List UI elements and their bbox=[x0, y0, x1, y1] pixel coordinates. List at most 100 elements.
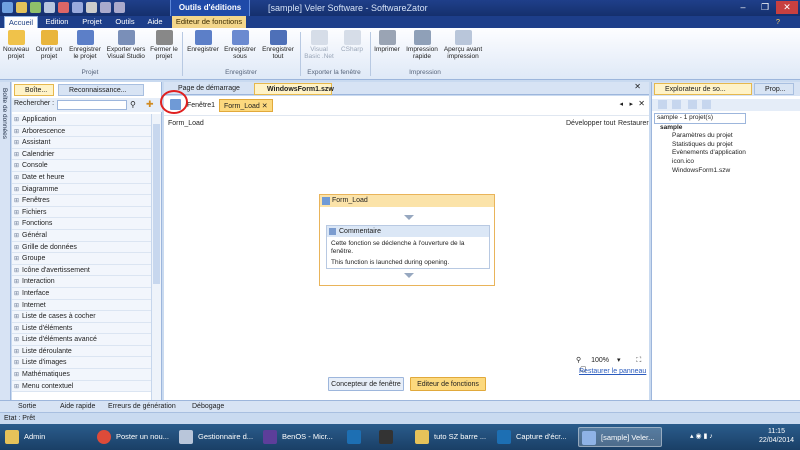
function-canvas[interactable]: Form_Load Développer tout Restaurer Form… bbox=[164, 116, 649, 400]
left-side-strip[interactable]: Boîte de données bbox=[0, 82, 11, 400]
taskbar-item-admin[interactable]: Admin bbox=[2, 427, 82, 447]
tab-edition[interactable]: Edition bbox=[40, 16, 74, 28]
close-icon[interactable]: ✕ bbox=[638, 99, 645, 108]
list-item[interactable]: ⊞ Fonctions bbox=[12, 218, 152, 230]
export-visual-studio-button[interactable]: Exporter vers Visual Studio bbox=[104, 30, 148, 60]
next-icon[interactable]: ▸ bbox=[629, 100, 633, 108]
tree-item[interactable]: WindowsForm1.szw bbox=[654, 167, 746, 176]
tray-icons[interactable]: ▴ ◉ ▮ ♪ bbox=[690, 432, 730, 442]
list-item[interactable]: ⊞ Liste déroulante bbox=[12, 345, 152, 358]
maximize-button[interactable]: ❐ bbox=[754, 1, 776, 14]
tab-projet[interactable]: Projet bbox=[76, 16, 108, 28]
tab-solution-explorer[interactable]: Explorateur de so... bbox=[654, 83, 752, 95]
tab-build-errors[interactable]: Erreurs de génération bbox=[108, 402, 176, 412]
dropdown-icon[interactable]: ▾ bbox=[617, 357, 621, 364]
expand-icon[interactable]: ⊞ bbox=[14, 312, 22, 324]
tab-properties[interactable]: Prop... bbox=[754, 83, 794, 95]
zoom-icon[interactable]: ⚲ bbox=[576, 357, 581, 364]
tab-aide[interactable]: Aide bbox=[142, 16, 168, 28]
taskbar-item-capture[interactable]: Capture d'écr... bbox=[494, 427, 574, 447]
save-project-button[interactable]: Enregistrer le projet bbox=[68, 30, 102, 60]
taskbar-item-photoshop[interactable] bbox=[344, 427, 374, 447]
taskbar-item-gestionnaire[interactable]: Gestionnaire d... bbox=[176, 427, 258, 447]
fit-icon[interactable]: ⛶ bbox=[636, 357, 641, 364]
close-icon[interactable] bbox=[58, 2, 69, 13]
search-input[interactable] bbox=[57, 100, 127, 110]
list-item[interactable]: ⊞ Console bbox=[12, 160, 152, 172]
open-icon[interactable] bbox=[30, 2, 41, 13]
undo-icon[interactable] bbox=[100, 2, 111, 13]
list-item[interactable]: ⊞ Application bbox=[12, 114, 152, 126]
expand-icon[interactable]: ⊞ bbox=[14, 115, 22, 127]
tree-solution[interactable]: sample - 1 projet(s) bbox=[654, 113, 746, 124]
taskbar-item-app[interactable] bbox=[376, 427, 406, 447]
breadcrumb-fenetre[interactable]: Fenêtre1 bbox=[184, 99, 218, 112]
list-item[interactable]: ⊞ Liste d'éléments avancé bbox=[12, 334, 152, 346]
help-icon[interactable]: ? bbox=[772, 16, 784, 28]
export-vb-button[interactable]: Visual Basic .Net bbox=[302, 30, 336, 60]
binoculars-icon[interactable]: ⚲ bbox=[130, 100, 136, 109]
list-item[interactable]: ⊞ Internet bbox=[12, 299, 152, 312]
window-designer-button[interactable]: Concepteur de fenêtre bbox=[328, 377, 404, 391]
save-all-button[interactable]: Enregistrer tout bbox=[260, 30, 296, 60]
function-editor-button[interactable]: Editeur de fonctions bbox=[410, 377, 486, 391]
list-item[interactable]: ⊞ Interaction bbox=[12, 276, 152, 288]
list-item[interactable]: ⊞ Grille de données bbox=[12, 241, 152, 254]
list-item[interactable]: ⊞ Liste de cases à cocher bbox=[12, 311, 152, 323]
tab-quick-help[interactable]: Aide rapide bbox=[60, 402, 95, 412]
list-item[interactable]: ⊞ Date et heure bbox=[12, 171, 152, 185]
taskbar-item-tuto[interactable]: tuto SZ barre ... bbox=[412, 427, 492, 447]
list-item[interactable]: ⊞ Menu contextuel bbox=[12, 380, 152, 393]
taskbar-item-chrome[interactable]: Poster un nou... bbox=[94, 427, 174, 447]
open-project-button[interactable]: Ouvrir un projet bbox=[33, 30, 65, 60]
redo-icon[interactable] bbox=[114, 2, 125, 13]
list-item[interactable]: ⊞ Arborescence bbox=[12, 125, 152, 138]
expand-icon[interactable]: ⊞ bbox=[14, 173, 22, 185]
refresh-icon[interactable] bbox=[658, 100, 667, 109]
list-item[interactable]: ⊞ Calendrier bbox=[12, 148, 152, 161]
export-csharp-button[interactable]: CSharp bbox=[338, 30, 366, 53]
show-all-icon[interactable] bbox=[672, 100, 681, 109]
list-item[interactable]: ⊞ Icône d'avertissement bbox=[12, 264, 152, 277]
expand-icon[interactable]: ⊞ bbox=[14, 231, 22, 243]
print-button[interactable]: Imprimer bbox=[372, 30, 402, 53]
list-item[interactable]: ⊞ Groupe bbox=[12, 253, 152, 265]
properties-icon[interactable] bbox=[688, 100, 697, 109]
new-icon[interactable] bbox=[16, 2, 27, 13]
close-icon[interactable]: ✕ bbox=[262, 103, 268, 110]
scroll-thumb[interactable] bbox=[153, 124, 160, 284]
save-as-button[interactable]: Enregistrer sous bbox=[222, 30, 258, 60]
prev-icon[interactable]: ◂ bbox=[619, 100, 623, 108]
close-icon[interactable]: ✕ bbox=[634, 82, 641, 91]
list-item[interactable]: ⊞ Fenêtres bbox=[12, 195, 152, 207]
tree-item[interactable]: Statistiques du projet bbox=[654, 141, 746, 150]
tree-item[interactable]: Paramètres du projet bbox=[654, 132, 746, 141]
save-icon[interactable] bbox=[44, 2, 55, 13]
tree-item[interactable]: icon.ico bbox=[654, 158, 746, 167]
quick-print-button[interactable]: Impression rapide bbox=[404, 30, 440, 60]
save-button[interactable]: Enregistrer bbox=[186, 30, 220, 53]
tab-output[interactable]: Sortie bbox=[18, 402, 36, 412]
print-preview-button[interactable]: Aperçu avant impression bbox=[442, 30, 484, 60]
tab-reconnaissance[interactable]: Reconnaissance... bbox=[58, 84, 144, 96]
expand-all-link[interactable]: Développer tout bbox=[566, 120, 615, 127]
expand-icon[interactable]: ⊞ bbox=[14, 289, 22, 301]
print-icon[interactable] bbox=[86, 2, 97, 13]
add-icon[interactable]: ✚ bbox=[146, 99, 154, 110]
function-block[interactable]: Form_Load Commentaire Cette fonction se … bbox=[319, 194, 495, 286]
app-icon[interactable] bbox=[2, 2, 13, 13]
zoom-value[interactable]: 100% bbox=[591, 357, 609, 364]
list-item[interactable]: ⊞ Général bbox=[12, 229, 152, 243]
taskbar-item-benos[interactable]: BenOS - Micr... bbox=[260, 427, 342, 447]
expand-icon[interactable]: ⊞ bbox=[14, 370, 22, 382]
list-item[interactable]: ⊞ Liste d'éléments bbox=[12, 322, 152, 335]
tab-windowsform1[interactable]: WindowsForm1.szw bbox=[254, 83, 334, 95]
list-item[interactable]: ⊞ Fichiers bbox=[12, 206, 152, 219]
restore-link[interactable]: Restaurer bbox=[618, 120, 649, 127]
clock[interactable]: 11:15 22/04/2014 bbox=[759, 427, 794, 445]
new-project-button[interactable]: Nouveau projet bbox=[2, 30, 30, 60]
tree-item[interactable]: Evènements d'application bbox=[654, 149, 746, 158]
restore-panel-link[interactable]: Restaurer le panneau bbox=[579, 368, 646, 375]
comment-block[interactable]: Commentaire Cette fonction se déclenche … bbox=[326, 225, 490, 269]
block-header[interactable]: Form_Load bbox=[320, 195, 494, 207]
